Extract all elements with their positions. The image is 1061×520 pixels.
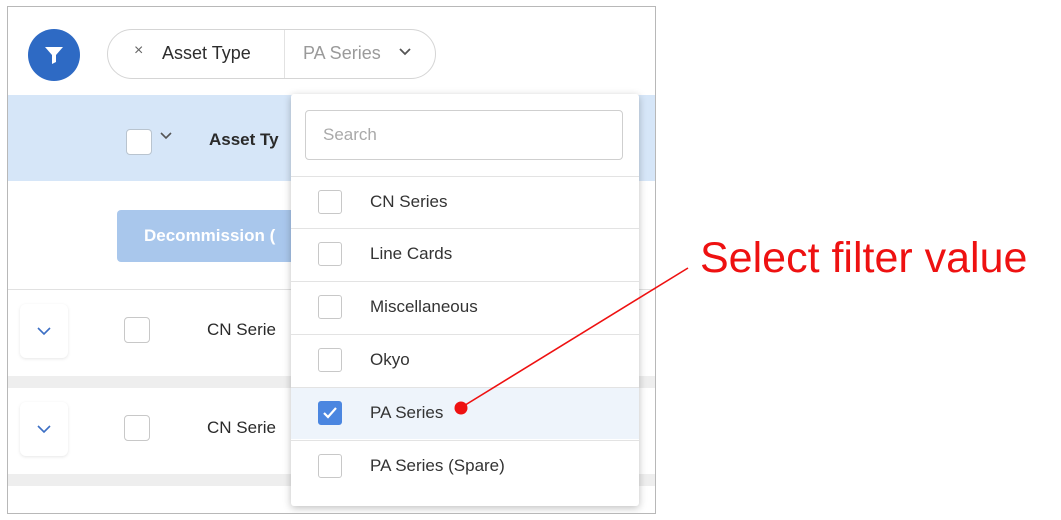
chevron-down-icon — [37, 425, 51, 434]
select-menu-chevron-icon[interactable] — [159, 131, 173, 141]
annotation-label: Select filter value — [700, 234, 1028, 282]
column-header-asset-type[interactable]: Asset Ty — [209, 130, 279, 150]
filter-value-dropdown: CN Series Line Cards Miscellaneous Okyo … — [291, 94, 639, 506]
option-label: Okyo — [370, 350, 410, 369]
chevron-down-icon — [37, 327, 51, 336]
filter-button[interactable] — [28, 29, 80, 81]
option-label: PA Series — [370, 403, 444, 422]
expand-row-button[interactable] — [20, 304, 68, 358]
decommission-button[interactable]: Decommission ( — [117, 210, 317, 262]
filter-option[interactable]: PA Series (Spare) — [291, 440, 639, 492]
checkmark-icon — [323, 407, 337, 419]
row-asset-type: CN Serie — [207, 418, 276, 437]
option-checkbox[interactable] — [318, 454, 342, 478]
chevron-down-icon[interactable] — [398, 47, 412, 57]
filter-option[interactable]: Line Cards — [291, 228, 639, 280]
decommission-button-label: Decommission ( — [144, 226, 276, 245]
filter-chip-label: Asset Type — [162, 43, 251, 63]
select-all-checkbox[interactable] — [126, 129, 152, 155]
chip-divider — [284, 30, 285, 78]
funnel-icon — [45, 47, 63, 64]
option-checkbox[interactable] — [318, 295, 342, 319]
app-window: × Asset Type PA Series Asset Ty Decommis… — [7, 6, 656, 514]
option-label: Miscellaneous — [370, 297, 478, 316]
row-asset-type: CN Serie — [207, 320, 276, 339]
filter-option[interactable]: Okyo — [291, 334, 639, 386]
option-checkbox-checked[interactable] — [318, 401, 342, 425]
filter-chip-value[interactable]: PA Series — [303, 43, 381, 64]
option-checkbox[interactable] — [318, 190, 342, 214]
option-checkbox[interactable] — [318, 242, 342, 266]
filter-bar: × Asset Type PA Series — [8, 7, 655, 95]
remove-filter-icon[interactable]: × — [134, 42, 143, 60]
option-label: Line Cards — [370, 244, 453, 263]
search-input[interactable] — [305, 110, 623, 160]
row-checkbox[interactable] — [124, 317, 150, 343]
expand-row-button[interactable] — [20, 402, 68, 456]
filter-chip-asset-type: × Asset Type PA Series — [107, 29, 436, 79]
filter-option-selected[interactable]: PA Series — [291, 387, 639, 439]
filter-option[interactable]: CN Series — [291, 176, 639, 228]
option-label: CN Series — [370, 192, 448, 211]
option-checkbox[interactable] — [318, 348, 342, 372]
row-checkbox[interactable] — [124, 415, 150, 441]
filter-option[interactable]: Miscellaneous — [291, 281, 639, 333]
option-label: PA Series (Spare) — [370, 456, 505, 475]
